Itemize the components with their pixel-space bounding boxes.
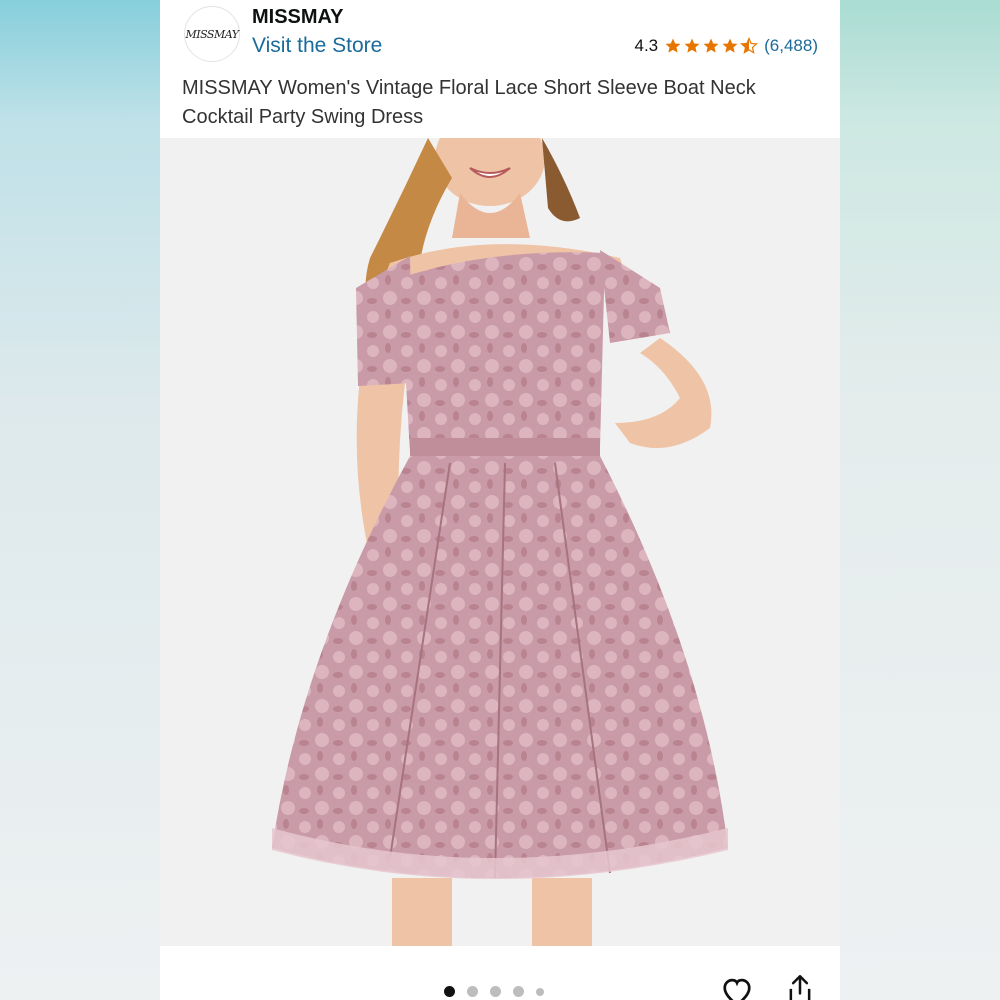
star-rating xyxy=(664,37,759,55)
rating-count[interactable]: (6,488) xyxy=(764,36,818,56)
gallery-dot-active[interactable] xyxy=(444,986,455,997)
visit-store-link[interactable]: Visit the Store xyxy=(252,34,382,58)
rating-value: 4.3 xyxy=(634,36,659,55)
gallery-pagination[interactable] xyxy=(444,986,544,997)
background-left xyxy=(0,0,160,1000)
brand-logo[interactable]: MISSMAY xyxy=(184,6,240,62)
star-icon xyxy=(722,38,738,53)
half-star-icon xyxy=(740,37,759,54)
star-icon xyxy=(684,38,700,53)
brand-logo-text: MISSMAY xyxy=(185,27,239,41)
product-title: MISSMAY Women's Vintage Floral Lace Shor… xyxy=(182,77,756,128)
star-icon xyxy=(703,38,719,53)
background-right xyxy=(840,0,1000,1000)
gallery-dot[interactable] xyxy=(490,986,501,997)
heart-icon[interactable] xyxy=(720,976,754,1000)
product-card: MISSMAY MISSMAY Visit the Store 4.3 (6,4… xyxy=(160,0,840,1000)
gallery-dot[interactable] xyxy=(467,986,478,997)
dress-model-illustration xyxy=(272,110,728,946)
rating-summary[interactable]: 4.3 (6,488) xyxy=(634,36,818,56)
brand-name: MISSMAY xyxy=(252,6,344,28)
gallery-dot[interactable] xyxy=(513,986,524,997)
store-header: MISSMAY MISSMAY Visit the Store 4.3 (6,4… xyxy=(160,0,840,72)
share-icon[interactable] xyxy=(786,974,814,1000)
product-image[interactable] xyxy=(160,110,840,946)
star-icon xyxy=(665,38,681,53)
gallery-dot[interactable] xyxy=(536,987,544,996)
gallery-footer xyxy=(160,946,840,1000)
